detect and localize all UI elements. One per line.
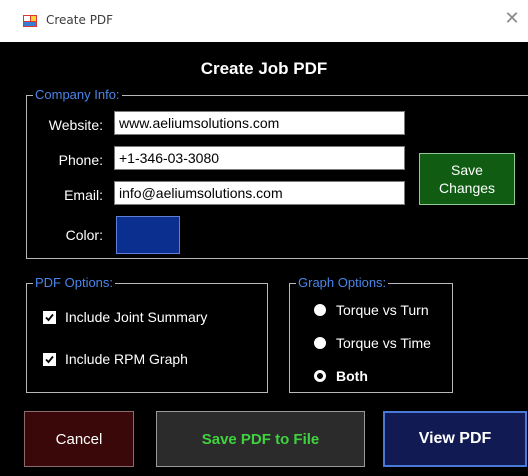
email-label: Email: [64,187,103,203]
window-titlebar: Create PDF ✕ [0,0,528,42]
checkbox-checked-icon [43,310,56,324]
phone-field[interactable] [114,146,405,170]
window-title: Create PDF [46,13,114,27]
company-color-swatch[interactable] [116,216,180,254]
torque-vs-time-radio[interactable]: Torque vs Time [314,335,431,351]
include-joint-summary-checkbox[interactable]: Include Joint Summary [43,309,207,325]
save-pdf-button-label: Save PDF to File [201,430,320,448]
save-pdf-button[interactable]: Save PDF to File [156,411,365,467]
save-changes-label-line1: Save [451,162,483,178]
checkbox-checked-icon [43,352,56,366]
save-changes-label-line2: Changes [438,180,496,196]
graph-options-group: Graph Options: Torque vs Turn Torque vs … [289,275,453,393]
website-field[interactable] [114,111,405,135]
radio-selected-icon [314,370,326,382]
torque-vs-turn-label: Torque vs Turn [336,302,429,318]
pdf-options-legend: PDF Options: [33,275,116,291]
include-rpm-graph-checkbox[interactable]: Include RPM Graph [43,351,188,367]
cancel-button[interactable]: Cancel [24,411,134,467]
page-title: Create Job PDF [200,59,328,78]
torque-vs-time-label: Torque vs Time [336,335,431,351]
view-pdf-button-label: View PDF [418,430,492,447]
email-field[interactable] [114,181,405,205]
graph-options-legend: Graph Options: [296,275,389,291]
include-joint-summary-label: Include Joint Summary [65,309,208,325]
phone-label: Phone: [58,152,103,168]
company-info-group: Company Info: Website: Phone: Email: Col… [26,87,528,259]
view-pdf-button[interactable]: View PDF [383,411,527,467]
cancel-button-label: Cancel [55,430,103,448]
include-rpm-graph-label: Include RPM Graph [65,351,188,367]
torque-vs-turn-radio[interactable]: Torque vs Turn [314,302,429,318]
company-info-legend: Company Info: [33,87,122,103]
radio-unselected-icon [314,337,326,349]
website-label: Website: [48,117,103,133]
close-icon[interactable]: ✕ [502,9,522,29]
radio-unselected-icon [314,304,326,316]
pdf-options-group: PDF Options: Include Joint Summary Inclu… [26,275,268,393]
color-label: Color: [65,227,103,243]
both-radio[interactable]: Both [314,368,368,384]
both-label: Both [336,368,368,384]
save-changes-button[interactable]: Save Changes [419,153,515,205]
form-app-icon [23,15,37,27]
form-client-area: Create Job PDF Company Info: Website: Ph… [0,42,528,476]
